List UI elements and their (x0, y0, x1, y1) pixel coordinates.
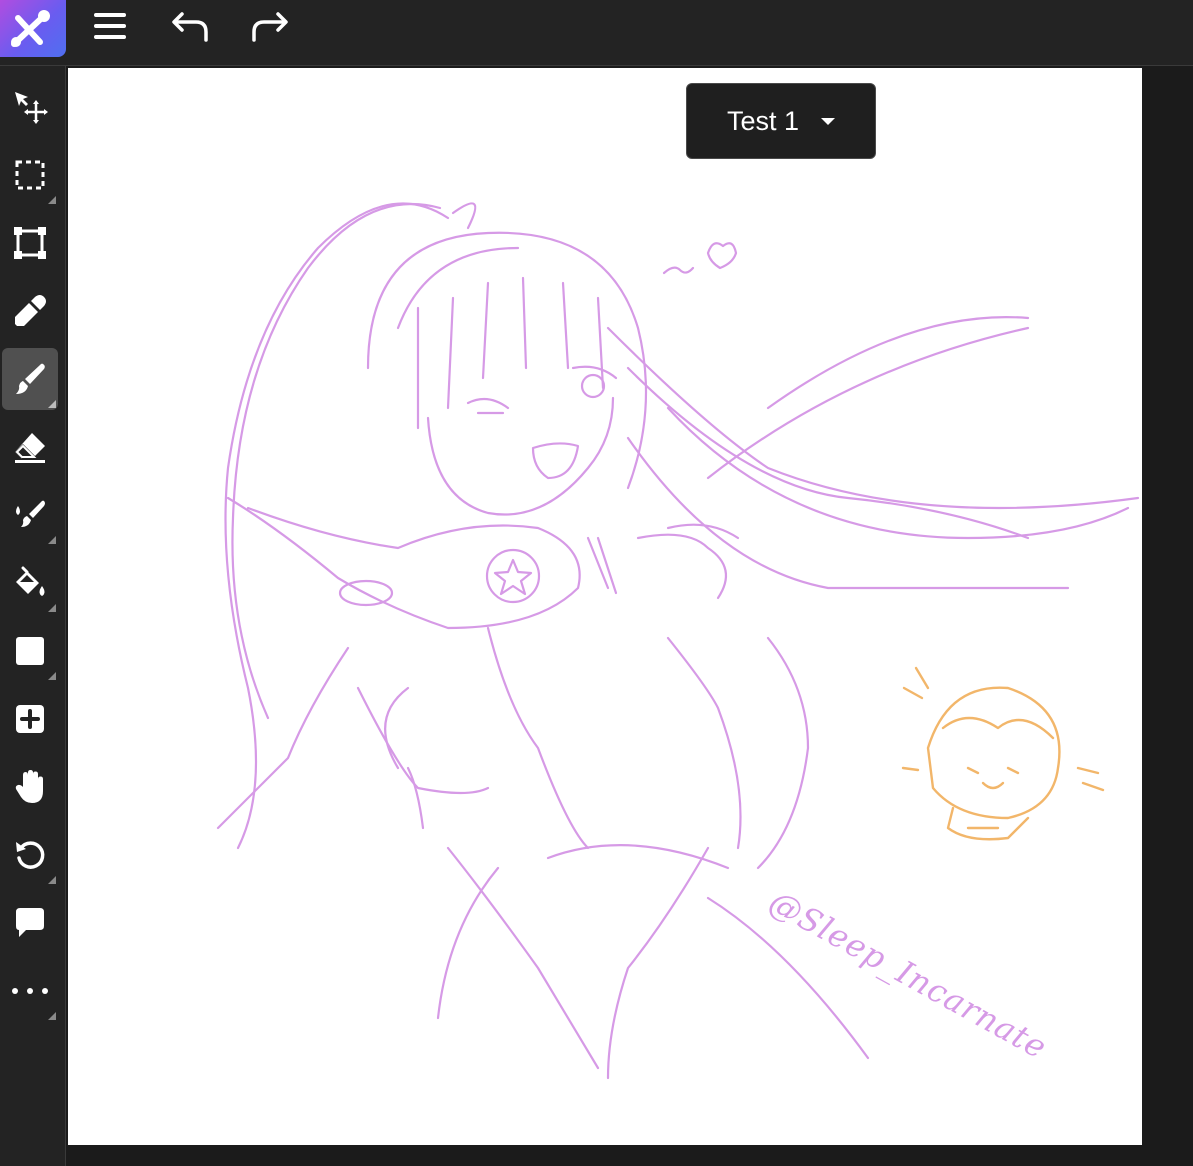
undo-button[interactable] (166, 4, 214, 48)
redo-icon (252, 12, 288, 42)
hand-icon (15, 770, 43, 803)
rotate-tool[interactable] (2, 824, 58, 886)
move-icon (15, 92, 48, 124)
more-tool[interactable] (2, 960, 58, 1022)
fill-icon (16, 566, 45, 596)
shape-tool[interactable] (2, 620, 58, 682)
comment-icon (16, 908, 44, 937)
transform-tool[interactable] (2, 212, 58, 274)
eyedropper-tool[interactable] (2, 280, 58, 342)
fill-tool[interactable] (2, 552, 58, 614)
add-layer-tool[interactable] (2, 688, 58, 750)
comment-tool[interactable] (2, 892, 58, 954)
more-icon (12, 988, 48, 994)
brush-tool[interactable] (2, 348, 58, 410)
transform-icon (14, 227, 46, 259)
drawing-canvas[interactable] (68, 68, 1142, 1145)
add-icon (16, 705, 44, 733)
menu-button[interactable] (86, 4, 134, 48)
smudge-icon (16, 500, 45, 527)
top-bar (0, 0, 1193, 66)
move-tool[interactable] (2, 76, 58, 138)
eraser-tool[interactable] (2, 416, 58, 478)
shape-icon (16, 637, 44, 665)
canvas-area (66, 66, 1193, 1166)
redo-button[interactable] (246, 4, 294, 48)
app-logo[interactable] (0, 0, 66, 57)
rotate-icon (16, 841, 45, 869)
selection-tool[interactable] (2, 144, 58, 206)
hand-tool[interactable] (2, 756, 58, 818)
selection-icon (15, 160, 45, 190)
brush-icon (16, 363, 45, 394)
tool-sidebar (0, 66, 66, 1166)
sketch-artwork (216, 202, 1140, 1080)
eyedropper-icon (15, 295, 46, 326)
menu-icon (94, 13, 126, 39)
smudge-tool[interactable] (2, 484, 58, 546)
undo-icon (172, 12, 208, 42)
eraser-icon (15, 433, 45, 463)
layer-name: Test 1 (726, 105, 800, 136)
chevron-down-icon (821, 117, 836, 125)
layer-dropdown[interactable]: Test 1 (686, 83, 876, 159)
